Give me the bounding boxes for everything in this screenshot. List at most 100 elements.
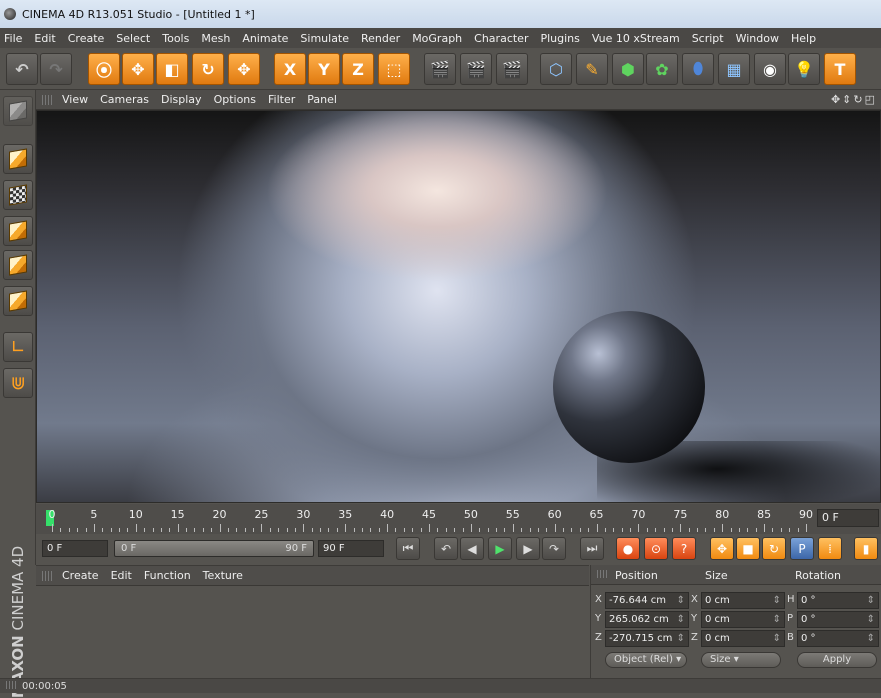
record-parameter-icon[interactable]: P — [790, 537, 814, 560]
rotate-tool-icon[interactable]: ↻ — [192, 53, 224, 85]
make-editable-icon[interactable] — [3, 96, 33, 126]
menu-plugins[interactable]: Plugins — [540, 32, 579, 45]
menu-edit[interactable]: Edit — [34, 32, 55, 45]
points-mode-icon[interactable] — [3, 216, 33, 246]
menu-animate[interactable]: Animate — [242, 32, 288, 45]
move-tool-icon[interactable]: ✥ — [122, 53, 154, 85]
axis-mode-icon[interactable]: ∟ — [3, 332, 33, 362]
menu-help[interactable]: Help — [791, 32, 816, 45]
menu-create[interactable]: Create — [68, 32, 105, 45]
material-menu-texture[interactable]: Texture — [203, 569, 243, 582]
current-frame-field[interactable]: 0 F — [817, 509, 879, 527]
timeline-layout-icon[interactable]: ▮ — [854, 537, 878, 560]
size-z-field[interactable]: 0 cm ⇕ — [701, 630, 785, 647]
size-x-field[interactable]: 0 cm ⇕ — [701, 592, 785, 609]
menu-window[interactable]: Window — [736, 32, 779, 45]
panel-grip-icon[interactable] — [6, 681, 16, 689]
rotation-h-field[interactable]: 0 ° ⇕ — [797, 592, 879, 609]
snap-magnet-icon[interactable]: ⋓ — [3, 368, 33, 398]
position-y-field[interactable]: 265.062 cm ⇕ — [605, 611, 689, 628]
menu-file[interactable]: File — [4, 32, 22, 45]
stepper-icon[interactable]: ⇕ — [773, 612, 781, 627]
edges-mode-icon[interactable] — [3, 250, 33, 280]
deformer-icon[interactable]: ⬮ — [682, 53, 714, 85]
size-mode-dropdown[interactable]: Size ▾ — [701, 652, 781, 668]
viewport-menu-view[interactable]: View — [62, 93, 88, 106]
stepper-icon[interactable]: ⇕ — [773, 631, 781, 646]
go-to-end-icon[interactable]: ⏭ — [580, 537, 604, 560]
material-menu-function[interactable]: Function — [144, 569, 191, 582]
z-axis-lock-button[interactable]: Z — [342, 53, 374, 85]
polygons-mode-icon[interactable] — [3, 286, 33, 316]
scale-tool-icon[interactable]: ◧ — [156, 53, 188, 85]
tag-icon[interactable]: T — [824, 53, 856, 85]
timeline[interactable]: 0 5 10 15 20 25 30 35 40 45 50 55 60 65 70 75 80 85 90 0 F — [36, 504, 881, 534]
record-scale-icon[interactable]: ■ — [736, 537, 760, 560]
render-picture-viewer-icon[interactable]: 🎬 — [460, 53, 492, 85]
3d-viewport[interactable] — [36, 110, 881, 503]
viewport-menu-filter[interactable]: Filter — [268, 93, 295, 106]
array-generator-icon[interactable]: ✿ — [646, 53, 678, 85]
keyframe-selection-icon[interactable]: ? — [672, 537, 696, 560]
viewport-menu-cameras[interactable]: Cameras — [100, 93, 149, 106]
menu-tools[interactable]: Tools — [162, 32, 189, 45]
stepper-icon[interactable]: ⇕ — [677, 631, 685, 646]
cube-primitive-icon[interactable]: ⬡ — [540, 53, 572, 85]
model-mode-icon[interactable] — [3, 144, 33, 174]
stepper-icon[interactable]: ⇕ — [677, 593, 685, 608]
apply-button[interactable]: Apply — [797, 652, 877, 668]
menu-vue-xstream[interactable]: Vue 10 xStream — [592, 32, 680, 45]
menu-mesh[interactable]: Mesh — [201, 32, 230, 45]
max-frame-field[interactable]: 90 F — [318, 540, 384, 557]
next-key-icon[interactable]: ↷ — [542, 537, 566, 560]
x-axis-lock-button[interactable]: X — [274, 53, 306, 85]
redo-icon[interactable]: ↷ — [40, 53, 72, 85]
viewport-navigation-icons[interactable]: ✥⇕↻◰ — [831, 93, 877, 106]
menu-mograph[interactable]: MoGraph — [412, 32, 462, 45]
subdivision-surface-icon[interactable]: ⬢ — [612, 53, 644, 85]
material-menu-edit[interactable]: Edit — [111, 569, 132, 582]
coordinate-system-icon[interactable]: ⬚ — [378, 53, 410, 85]
panel-grip-icon[interactable] — [42, 570, 54, 581]
stepper-icon[interactable]: ⇕ — [773, 593, 781, 608]
render-settings-icon[interactable]: 🎬 — [496, 53, 528, 85]
select-tool-icon[interactable]: ⦿ — [88, 53, 120, 85]
previous-key-icon[interactable]: ↶ — [434, 537, 458, 560]
rotation-b-field[interactable]: 0 ° ⇕ — [797, 630, 879, 647]
camera-icon[interactable]: ◉ — [754, 53, 786, 85]
live-selection-icon[interactable]: ✥ — [228, 53, 260, 85]
stepper-icon[interactable]: ⇕ — [867, 612, 875, 627]
preview-range-slider[interactable]: 0 F 90 F — [114, 540, 314, 557]
viewport-menu-options[interactable]: Options — [214, 93, 256, 106]
panel-grip-icon[interactable] — [597, 570, 607, 578]
light-icon[interactable]: 💡 — [788, 53, 820, 85]
stepper-icon[interactable]: ⇕ — [867, 631, 875, 646]
stepper-icon[interactable]: ⇕ — [867, 593, 875, 608]
texture-mode-icon[interactable] — [3, 180, 33, 210]
record-rotation-icon[interactable]: ↻ — [762, 537, 786, 560]
record-position-icon[interactable]: ✥ — [710, 537, 734, 560]
y-axis-lock-button[interactable]: Y — [308, 53, 340, 85]
next-frame-icon[interactable]: ▶ — [516, 537, 540, 560]
menu-select[interactable]: Select — [116, 32, 150, 45]
play-icon[interactable]: ▶ — [488, 537, 512, 560]
viewport-menu-panel[interactable]: Panel — [307, 93, 337, 106]
record-keys-icon[interactable]: ● — [616, 537, 640, 560]
stepper-icon[interactable]: ⇕ — [677, 612, 685, 627]
floor-environment-icon[interactable]: ▦ — [718, 53, 750, 85]
undo-icon[interactable]: ↶ — [6, 53, 38, 85]
previous-frame-icon[interactable]: ◀ — [460, 537, 484, 560]
menu-character[interactable]: Character — [474, 32, 528, 45]
sphere-object[interactable] — [553, 311, 705, 463]
position-z-field[interactable]: -270.715 cm ⇕ — [605, 630, 689, 647]
min-frame-field[interactable]: 0 F — [42, 540, 108, 557]
material-menu-create[interactable]: Create — [62, 569, 99, 582]
autokeying-icon[interactable]: ⊙ — [644, 537, 668, 560]
viewport-menu-display[interactable]: Display — [161, 93, 202, 106]
coordinate-mode-dropdown[interactable]: Object (Rel) ▾ — [605, 652, 687, 668]
menu-simulate[interactable]: Simulate — [300, 32, 349, 45]
rotation-p-field[interactable]: 0 ° ⇕ — [797, 611, 879, 628]
record-point-level-icon[interactable]: ⁞ — [818, 537, 842, 560]
position-x-field[interactable]: -76.644 cm ⇕ — [605, 592, 689, 609]
panel-grip-icon[interactable] — [42, 94, 54, 105]
